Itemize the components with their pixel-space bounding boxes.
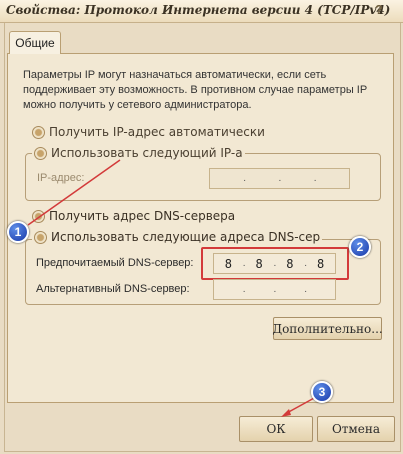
radio-dns-auto[interactable]: Получить адрес DNS-сервера (32, 209, 235, 223)
radio-ip-auto-circle[interactable] (32, 125, 45, 139)
radio-dns-auto-circle[interactable] (32, 209, 45, 223)
title-bar: Свойства: Протокол Интернета версии 4 (T… (0, 0, 403, 23)
radio-dns-manual[interactable]: Использовать следующие адреса DNS-сер (32, 230, 323, 244)
alternate-dns-label: Альтернативный DNS-сервер: (36, 283, 190, 295)
radio-dns-manual-label: Использовать следующие адреса DNS-сер (51, 230, 321, 244)
radio-ip-manual-circle[interactable] (34, 146, 47, 160)
radio-ip-auto-label: Получить IP-адрес автоматически (49, 125, 265, 139)
tab-general[interactable]: Общие (9, 31, 61, 54)
window-title: Свойства: Протокол Интернета версии 4 (T… (6, 3, 391, 17)
radio-dns-auto-label: Получить адрес DNS-сервера (49, 209, 236, 223)
help-button[interactable]: ? (375, 2, 383, 17)
annotation-badge-2: 2 (349, 236, 371, 258)
ok-button[interactable]: ОК (239, 416, 313, 442)
radio-dns-manual-circle[interactable] (34, 230, 47, 244)
ip-address-input[interactable]: . . . (209, 168, 350, 189)
radio-ip-manual-label: Использовать следующий IP-а (51, 146, 243, 160)
ip-dot-2: . (278, 173, 282, 184)
alternate-dot-2: . (273, 284, 277, 295)
radio-ip-manual[interactable]: Использовать следующий IP-а (32, 146, 245, 160)
ip-address-label: IP-адрес: (37, 172, 85, 184)
cancel-button[interactable]: Отмена (317, 416, 395, 442)
annotation-badge-3: 3 (311, 381, 333, 403)
annotation-badge-1: 1 (7, 221, 29, 243)
alternate-dns-input[interactable]: . . . (213, 279, 336, 300)
ip-dot-1: . (243, 173, 247, 184)
preferred-dns-label: Предпочитаемый DNS-сервер: (36, 257, 194, 269)
radio-ip-auto[interactable]: Получить IP-адрес автоматически (32, 125, 265, 139)
description-text: Параметры IP могут назначаться автоматич… (23, 69, 367, 111)
ip-dot-3: . (313, 173, 317, 184)
alternate-dot-1: . (242, 284, 246, 295)
alternate-dot-3: . (304, 284, 308, 295)
advanced-button[interactable]: Дополнительно... (272, 317, 383, 340)
preferred-dns-highlight (201, 247, 349, 280)
